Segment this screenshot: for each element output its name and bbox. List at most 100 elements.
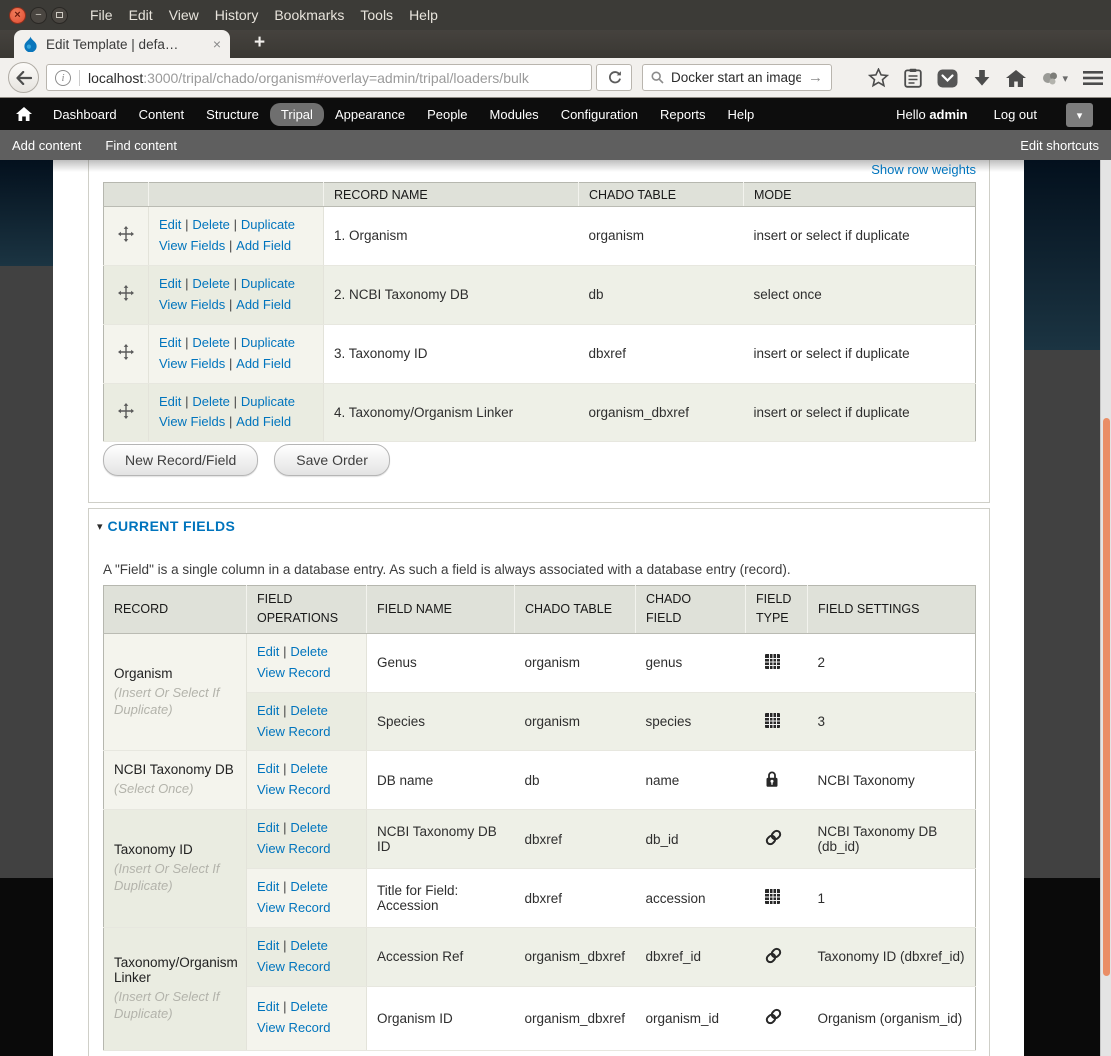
chado-table-cell: organism_dbxref	[578, 383, 744, 443]
fields-description: A "Field" is a single column in a databa…	[103, 562, 791, 577]
reading-list-icon[interactable]	[904, 68, 923, 88]
new-record-field-button[interactable]: New Record/Field	[103, 444, 259, 476]
menu-view[interactable]: View	[161, 7, 207, 23]
search-input[interactable]: Docker start an image	[671, 70, 801, 85]
edit-link[interactable]: Edit	[257, 879, 279, 894]
window-minimize-button[interactable]: −	[30, 6, 47, 24]
edit-shortcuts-link[interactable]: Edit shortcuts	[1020, 138, 1099, 153]
drag-handle-icon[interactable]	[118, 402, 134, 419]
menu-history[interactable]: History	[207, 7, 267, 23]
edit-link[interactable]: Edit	[257, 938, 279, 953]
save-order-button[interactable]: Save Order	[274, 444, 390, 476]
toolbar-item-help[interactable]: Help	[717, 107, 766, 122]
logout-link[interactable]: Log out	[994, 107, 1037, 122]
add-field-link[interactable]: Add Field	[236, 356, 291, 371]
edit-link[interactable]: Edit	[257, 761, 279, 776]
toolbar-item-tripal[interactable]: Tripal	[269, 102, 324, 126]
delete-link[interactable]: Delete	[290, 999, 328, 1014]
menu-edit[interactable]: Edit	[121, 7, 161, 23]
delete-link[interactable]: Delete	[290, 938, 328, 953]
delete-link[interactable]: Delete	[290, 761, 328, 776]
menu-bookmarks[interactable]: Bookmarks	[266, 7, 352, 23]
search-bar[interactable]: Docker start an image →	[642, 64, 832, 91]
toolbar-item-structure[interactable]: Structure	[195, 107, 270, 122]
delete-link[interactable]: Delete	[290, 644, 328, 659]
delete-link[interactable]: Delete	[290, 820, 328, 835]
menu-tools[interactable]: Tools	[352, 7, 401, 23]
drag-handle-icon[interactable]	[118, 285, 134, 302]
chado-field-cell: species	[635, 692, 746, 752]
delete-link[interactable]: Delete	[192, 276, 230, 291]
window-close-button[interactable]: ×	[9, 6, 26, 24]
drag-handle-icon[interactable]	[118, 226, 134, 243]
view-record-link[interactable]: View Record	[257, 900, 330, 915]
search-go-icon[interactable]: →	[808, 69, 823, 86]
page-scrollbar[interactable]	[1100, 160, 1111, 1056]
home-icon[interactable]	[1006, 69, 1027, 87]
pocket-icon[interactable]	[937, 69, 958, 88]
edit-link[interactable]: Edit	[159, 394, 181, 409]
menu-file[interactable]: File	[82, 7, 121, 23]
delete-link[interactable]: Delete	[192, 217, 230, 232]
reload-button[interactable]	[596, 64, 632, 91]
view-fields-link[interactable]: View Fields	[159, 414, 225, 429]
add-field-link[interactable]: Add Field	[236, 414, 291, 429]
menu-help[interactable]: Help	[401, 7, 446, 23]
duplicate-link[interactable]: Duplicate	[241, 335, 295, 350]
toolbar-item-people[interactable]: People	[416, 107, 478, 122]
toolbar-item-configuration[interactable]: Configuration	[550, 107, 649, 122]
toolbar-item-modules[interactable]: Modules	[479, 107, 550, 122]
delete-link[interactable]: Delete	[290, 879, 328, 894]
toolbar-item-dashboard[interactable]: Dashboard	[42, 107, 128, 122]
view-record-link[interactable]: View Record	[257, 1020, 330, 1035]
toolbar-toggle-button[interactable]: ▾	[1066, 103, 1093, 127]
username-link[interactable]: admin	[929, 107, 967, 122]
download-icon[interactable]	[973, 69, 991, 87]
edit-link[interactable]: Edit	[159, 276, 181, 291]
edit-link[interactable]: Edit	[257, 703, 279, 718]
edit-link[interactable]: Edit	[257, 644, 279, 659]
view-record-link[interactable]: View Record	[257, 959, 330, 974]
add-field-link[interactable]: Add Field	[236, 238, 291, 253]
view-record-link[interactable]: View Record	[257, 724, 330, 739]
delete-link[interactable]: Delete	[290, 703, 328, 718]
delete-link[interactable]: Delete	[192, 335, 230, 350]
page-info-icon[interactable]: i	[55, 69, 71, 86]
add-field-link[interactable]: Add Field	[236, 297, 291, 312]
header-field-type: FIELD TYPE	[745, 585, 808, 634]
edit-link[interactable]: Edit	[159, 335, 181, 350]
shortcut-find-content[interactable]: Find content	[105, 138, 177, 153]
chado-table-cell: organism_dbxref	[514, 927, 636, 987]
view-record-link[interactable]: View Record	[257, 782, 330, 797]
back-button[interactable]	[8, 62, 39, 93]
window-maximize-button[interactable]	[51, 6, 68, 24]
duplicate-link[interactable]: Duplicate	[241, 276, 295, 291]
browser-tab[interactable]: Edit Template | defa… ×	[14, 30, 230, 58]
view-fields-link[interactable]: View Fields	[159, 297, 225, 312]
current-fields-legend[interactable]: CURRENT FIELDS	[108, 518, 236, 534]
toolbar-home-button[interactable]	[16, 107, 32, 121]
edit-link[interactable]: Edit	[257, 820, 279, 835]
view-record-link[interactable]: View Record	[257, 841, 330, 856]
edit-link[interactable]: Edit	[159, 217, 181, 232]
toolbar-item-appearance[interactable]: Appearance	[324, 107, 416, 122]
view-fields-link[interactable]: View Fields	[159, 356, 225, 371]
toolbar-item-reports[interactable]: Reports	[649, 107, 717, 122]
duplicate-link[interactable]: Duplicate	[241, 394, 295, 409]
addon-button[interactable]: ▾	[1041, 70, 1068, 86]
tab-close-icon[interactable]: ×	[213, 37, 221, 51]
new-tab-button[interactable]: +	[244, 32, 275, 54]
duplicate-link[interactable]: Duplicate	[241, 217, 295, 232]
view-fields-link[interactable]: View Fields	[159, 238, 225, 253]
edit-link[interactable]: Edit	[257, 999, 279, 1014]
drag-handle-icon[interactable]	[118, 344, 134, 361]
delete-link[interactable]: Delete	[192, 394, 230, 409]
view-record-link[interactable]: View Record	[257, 665, 330, 680]
show-row-weights-link[interactable]: Show row weights	[871, 162, 976, 177]
bookmark-star-icon[interactable]	[868, 68, 890, 88]
url-bar[interactable]: i localhost :3000/tripal/chado/organism#…	[46, 64, 592, 91]
toolbar-item-content[interactable]: Content	[128, 107, 196, 122]
scrollbar-thumb[interactable]	[1103, 418, 1110, 976]
hamburger-menu-icon[interactable]	[1083, 71, 1103, 85]
shortcut-add-content[interactable]: Add content	[12, 138, 81, 153]
